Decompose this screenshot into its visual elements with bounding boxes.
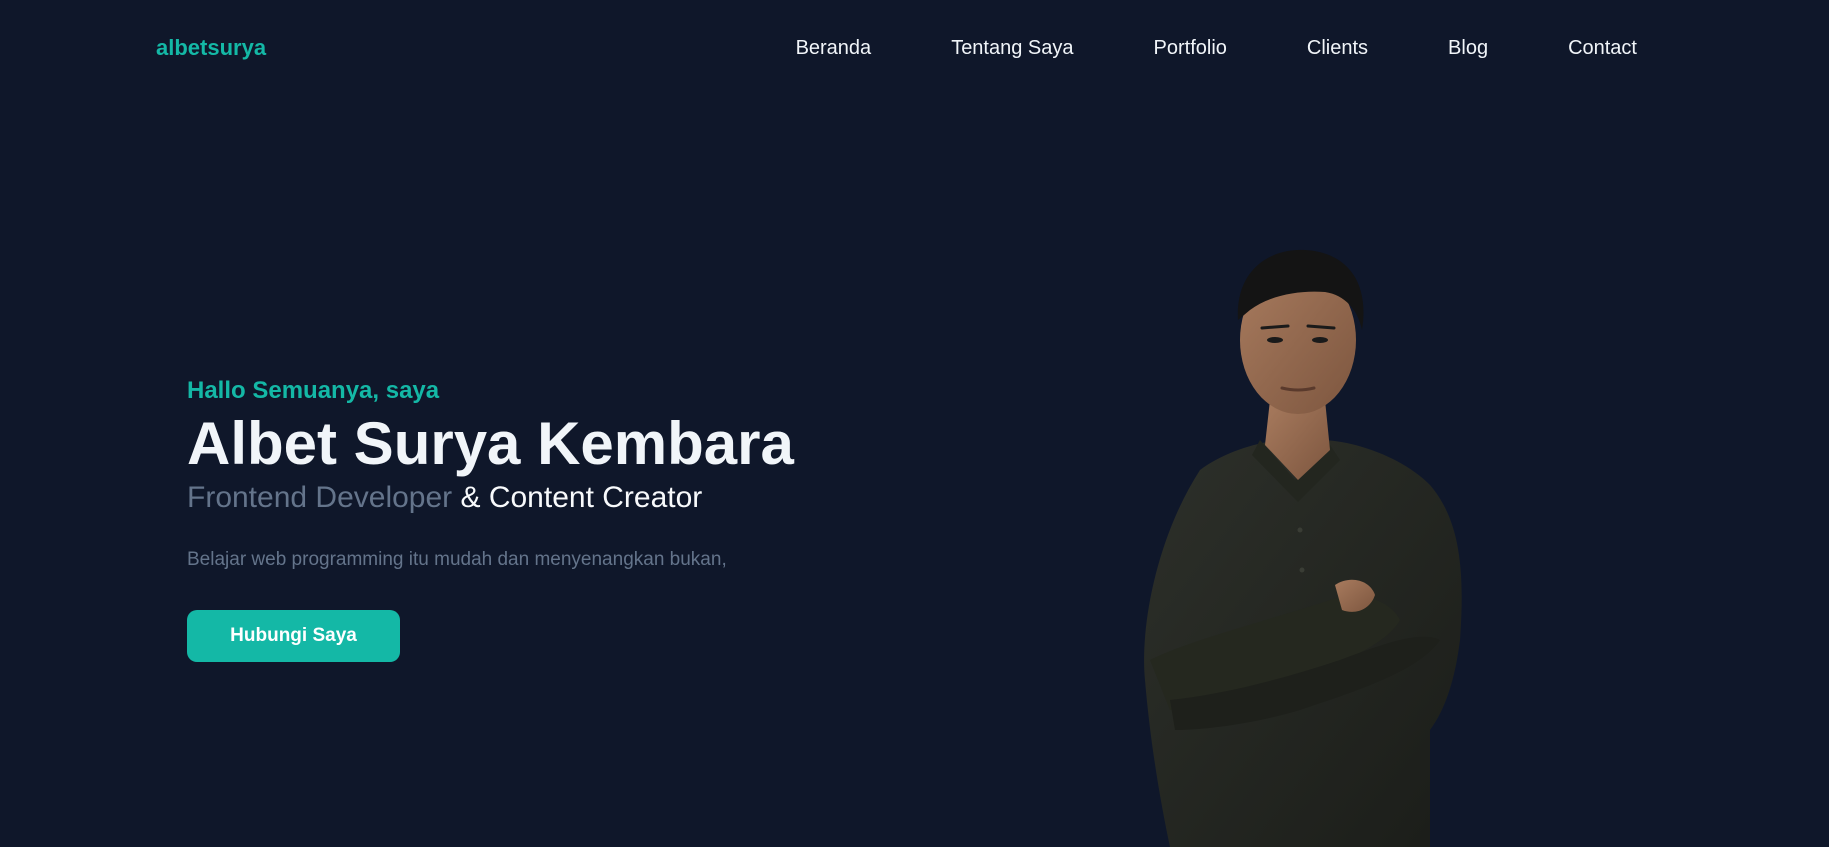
site-header: albetsurya Beranda Tentang Saya Portfoli… [0, 0, 1829, 96]
nav-item-portfolio[interactable]: Portfolio [1154, 36, 1227, 60]
nav-item-clients[interactable]: Clients [1307, 36, 1368, 60]
nav-item-contact[interactable]: Contact [1568, 36, 1637, 60]
hero-role-primary: Frontend Developer [187, 481, 453, 514]
main-nav: Beranda Tentang Saya Portfolio Clients B… [796, 36, 1637, 60]
hero-role: Frontend Developer & Content Creator [187, 480, 794, 516]
hero-section: Hallo Semuanya, saya Albet Surya Kembara… [187, 374, 794, 662]
hero-name: Albet Surya Kembara [187, 410, 794, 477]
hero-role-secondary: & Content Creator [452, 481, 703, 514]
profile-photo [1130, 240, 1490, 847]
contact-me-button[interactable]: Hubungi Saya [187, 610, 400, 662]
page: albetsurya Beranda Tentang Saya Portfoli… [0, 0, 1829, 847]
site-logo[interactable]: albetsurya [156, 36, 266, 60]
profile-photo-illustration [1144, 249, 1462, 847]
hero-greeting: Hallo Semuanya, saya [187, 377, 440, 404]
hero-tagline: Belajar web programming itu mudah dan me… [187, 549, 727, 570]
nav-item-beranda[interactable]: Beranda [796, 36, 872, 60]
nav-item-blog[interactable]: Blog [1448, 36, 1488, 60]
nav-item-tentang-saya[interactable]: Tentang Saya [951, 36, 1073, 60]
